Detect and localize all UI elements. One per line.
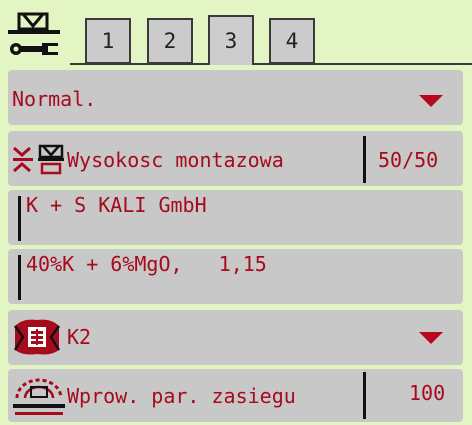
spread-range-icon — [13, 378, 65, 415]
manufacturer-row[interactable]: K + S KALI GmbH — [8, 190, 463, 245]
value-separator — [363, 136, 366, 183]
fertilizer-value: 40%K + 6%MgO, 1,15 — [26, 252, 267, 276]
tab-1-label: 1 — [101, 29, 115, 53]
fertilizer-row[interactable]: 40%K + 6%MgO, 1,15 — [8, 249, 463, 304]
tab-2-label: 2 — [163, 29, 177, 53]
spreader-wrench-icon[interactable] — [6, 10, 62, 62]
dropdown-arrow-icon — [419, 332, 443, 344]
tab-3[interactable]: 3 — [208, 15, 254, 65]
tab-3-label: 3 — [224, 29, 238, 53]
tab-2[interactable]: 2 — [147, 18, 193, 64]
tab-1[interactable]: 1 — [85, 18, 131, 64]
tab-underline — [70, 63, 472, 65]
mounting-height-label: Wysokosc montazowa — [67, 148, 284, 172]
text-cursor — [18, 196, 21, 241]
text-cursor — [18, 255, 21, 300]
mounting-height-icon — [13, 144, 64, 175]
mode-dropdown[interactable]: Normal. — [8, 70, 463, 125]
disc-type-value: K2 — [67, 325, 92, 349]
spreading-disc-icon — [13, 319, 61, 355]
range-param-row[interactable]: Wprow. par. zasiegu 100 — [8, 369, 463, 422]
dropdown-arrow-icon — [419, 95, 443, 107]
mounting-height-row[interactable]: Wysokosc montazowa 50/50 — [8, 131, 463, 186]
tab-4-label: 4 — [285, 29, 299, 53]
mode-value: Normal. — [12, 87, 97, 111]
mounting-height-value: 50/50 — [378, 148, 439, 172]
disc-type-dropdown[interactable]: K2 — [8, 310, 463, 365]
value-separator — [363, 372, 366, 419]
tab-4[interactable]: 4 — [269, 18, 315, 64]
manufacturer-value: K + S KALI GmbH — [26, 193, 207, 217]
range-param-value: 100 — [409, 381, 446, 405]
range-param-label: Wprow. par. zasiegu — [67, 384, 296, 408]
